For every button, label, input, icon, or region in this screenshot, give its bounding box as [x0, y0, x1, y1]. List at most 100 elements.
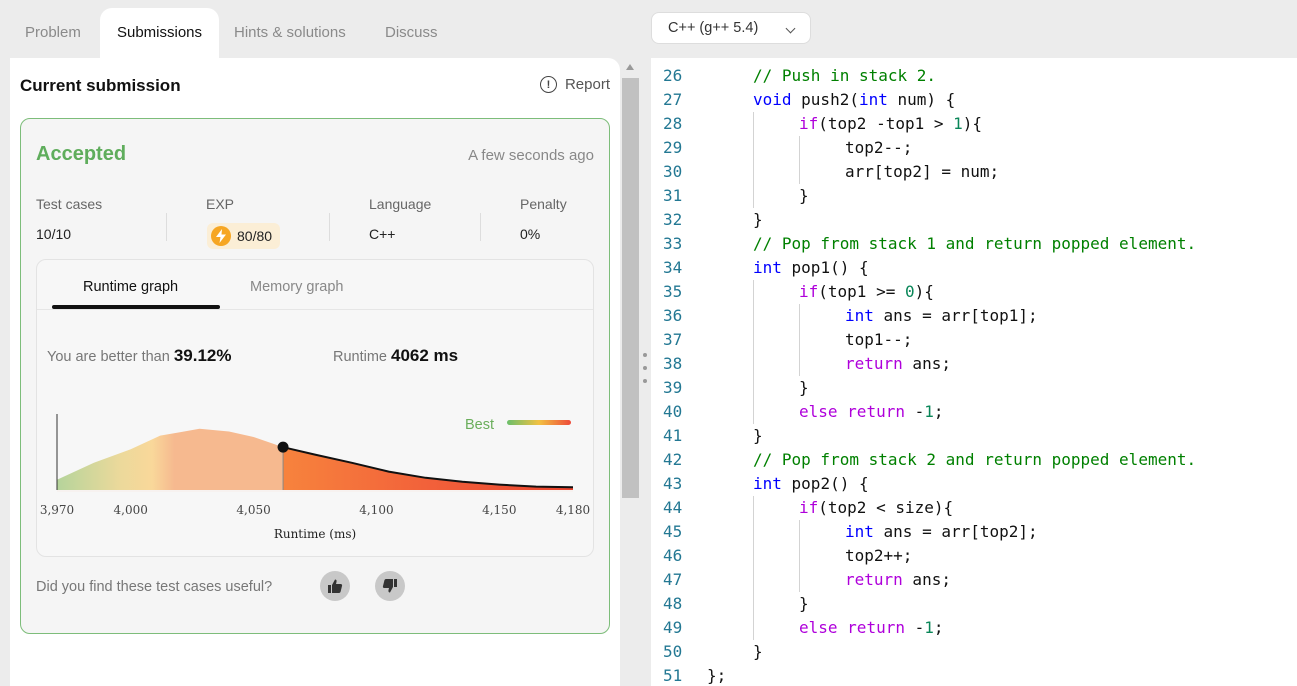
indent-guide — [753, 280, 754, 304]
code-text: return ans; — [845, 354, 951, 373]
line-number: 33 — [663, 234, 683, 253]
code-line[interactable]: 35 if(top1 >= 0){ — [651, 280, 1297, 304]
language-label: Language — [369, 196, 432, 212]
language-select-value: C++ (g++ 5.4) — [668, 20, 759, 36]
panel-resize-handle[interactable] — [640, 350, 650, 390]
scrollbar-thumb[interactable] — [622, 78, 639, 498]
code-line[interactable]: 37 top1--; — [651, 328, 1297, 352]
code-text: if(top2 -top1 > 1){ — [799, 114, 983, 133]
tab-runtime-graph[interactable]: Runtime graph — [83, 279, 178, 295]
code-line[interactable]: 38 return ans; — [651, 352, 1297, 376]
code-line[interactable]: 31} — [651, 184, 1297, 208]
indent-guide — [753, 544, 754, 568]
code-text: return ans; — [845, 570, 951, 589]
stat-divider — [480, 213, 481, 241]
percentile-value: 39.12% — [173, 346, 232, 365]
tab-problem[interactable]: Problem — [10, 8, 96, 58]
indent-guide — [799, 160, 800, 184]
code-text: if(top1 >= 0){ — [799, 282, 934, 301]
tab-memory-graph[interactable]: Memory graph — [250, 279, 343, 295]
code-line[interactable]: 46 top2++; — [651, 544, 1297, 568]
code-text: int ans = arr[top1]; — [845, 306, 1038, 325]
indent-guide — [753, 136, 754, 160]
code-line[interactable]: 51}; — [651, 664, 1297, 686]
code-line[interactable]: 42 // Pop from stack 2 and return popped … — [651, 448, 1297, 472]
code-line[interactable]: 40 else return -1; — [651, 400, 1297, 424]
code-text: } — [753, 210, 763, 229]
indent-guide — [753, 400, 754, 424]
runtime-value: 4062 ms — [391, 346, 459, 365]
test-cases-value: 10/10 — [36, 226, 72, 242]
exp-badge: 80/80 — [207, 223, 281, 249]
line-number: 38 — [663, 354, 683, 373]
feedback-question: Did you find these test cases useful? — [36, 579, 273, 595]
x-tick-label: 4,100 — [359, 503, 393, 517]
report-label: Report — [564, 76, 610, 93]
thumbs-up-button[interactable] — [320, 571, 350, 601]
code-line[interactable]: 32} — [651, 208, 1297, 232]
indent-guide — [799, 544, 800, 568]
line-number: 37 — [663, 330, 683, 349]
code-text: else return -1; — [799, 618, 944, 637]
code-line[interactable]: 49 else return -1; — [651, 616, 1297, 640]
tab-submissions[interactable]: Submissions — [100, 8, 219, 58]
submission-time: A few seconds ago — [468, 147, 594, 164]
indent-guide — [753, 328, 754, 352]
code-text: // Push in stack 2. — [753, 66, 937, 85]
left-panel-scrollbar[interactable] — [622, 62, 639, 686]
code-editor[interactable]: 26 // Push in stack 2. 27 void push2(int nu… — [651, 58, 1297, 686]
code-line[interactable]: 50} — [651, 640, 1297, 664]
line-number: 49 — [663, 618, 683, 637]
status-accepted: Accepted — [36, 143, 127, 165]
indent-guide — [799, 328, 800, 352]
code-line[interactable]: 34 int pop1() { — [651, 256, 1297, 280]
code-line[interactable]: 33 // Pop from stack 1 and return popped … — [651, 232, 1297, 256]
code-line[interactable]: 30 arr[top2] = num; — [651, 160, 1297, 184]
penalty-label: Penalty — [520, 196, 567, 212]
code-line[interactable]: 28 if(top2 -top1 > 1){ — [651, 112, 1297, 136]
runtime-text: Runtime 4062 ms — [333, 346, 458, 366]
code-line[interactable]: 26 // Push in stack 2. — [651, 64, 1297, 88]
code-line[interactable]: 44 if(top2 < size){ — [651, 496, 1297, 520]
code-line[interactable]: 47 return ans; — [651, 568, 1297, 592]
indent-guide — [753, 160, 754, 184]
indent-guide — [753, 352, 754, 376]
scroll-up-arrow-icon[interactable] — [626, 64, 634, 70]
code-text: } — [799, 594, 809, 613]
lightning-icon — [211, 226, 231, 246]
code-text: if(top2 < size){ — [799, 498, 954, 517]
code-line[interactable]: 45 int ans = arr[top2]; — [651, 520, 1297, 544]
code-line[interactable]: 36 int ans = arr[top1]; — [651, 304, 1297, 328]
code-line[interactable]: 41} — [651, 424, 1297, 448]
legend-best-label: Best — [465, 417, 494, 433]
code-line[interactable]: 27 void push2(int num) { — [651, 88, 1297, 112]
code-line[interactable]: 29 top2--; — [651, 136, 1297, 160]
code-text: void push2(int num) { — [753, 90, 956, 109]
alert-circle-icon: ! — [539, 76, 557, 93]
stat-divider — [166, 213, 167, 241]
distribution-area-faster — [283, 447, 573, 490]
indent-guide — [753, 616, 754, 640]
report-button[interactable]: ! Report — [539, 76, 610, 93]
line-number: 39 — [663, 378, 683, 397]
thumbs-down-icon — [382, 579, 397, 593]
thumbs-down-button[interactable] — [375, 571, 405, 601]
language-select[interactable]: C++ (g++ 5.4) — [651, 12, 811, 44]
indent-guide — [753, 592, 754, 616]
code-text: } — [799, 186, 809, 205]
code-text: // Pop from stack 1 and return popped el… — [753, 234, 1197, 253]
indent-guide — [753, 304, 754, 328]
code-line[interactable]: 39} — [651, 376, 1297, 400]
code-line[interactable]: 48} — [651, 592, 1297, 616]
tab-discuss[interactable]: Discuss — [370, 8, 453, 58]
line-number: 36 — [663, 306, 683, 325]
line-number: 28 — [663, 114, 683, 133]
submission-tabs: Problem Submissions Hints & solutions Di… — [0, 0, 620, 58]
tab-hints-solutions[interactable]: Hints & solutions — [219, 8, 361, 58]
code-text: int pop1() { — [753, 258, 869, 277]
line-number: 50 — [663, 642, 683, 661]
exp-label: EXP — [206, 196, 235, 212]
indent-guide — [753, 376, 754, 400]
grip-dot-icon — [643, 353, 647, 357]
code-line[interactable]: 43 int pop2() { — [651, 472, 1297, 496]
